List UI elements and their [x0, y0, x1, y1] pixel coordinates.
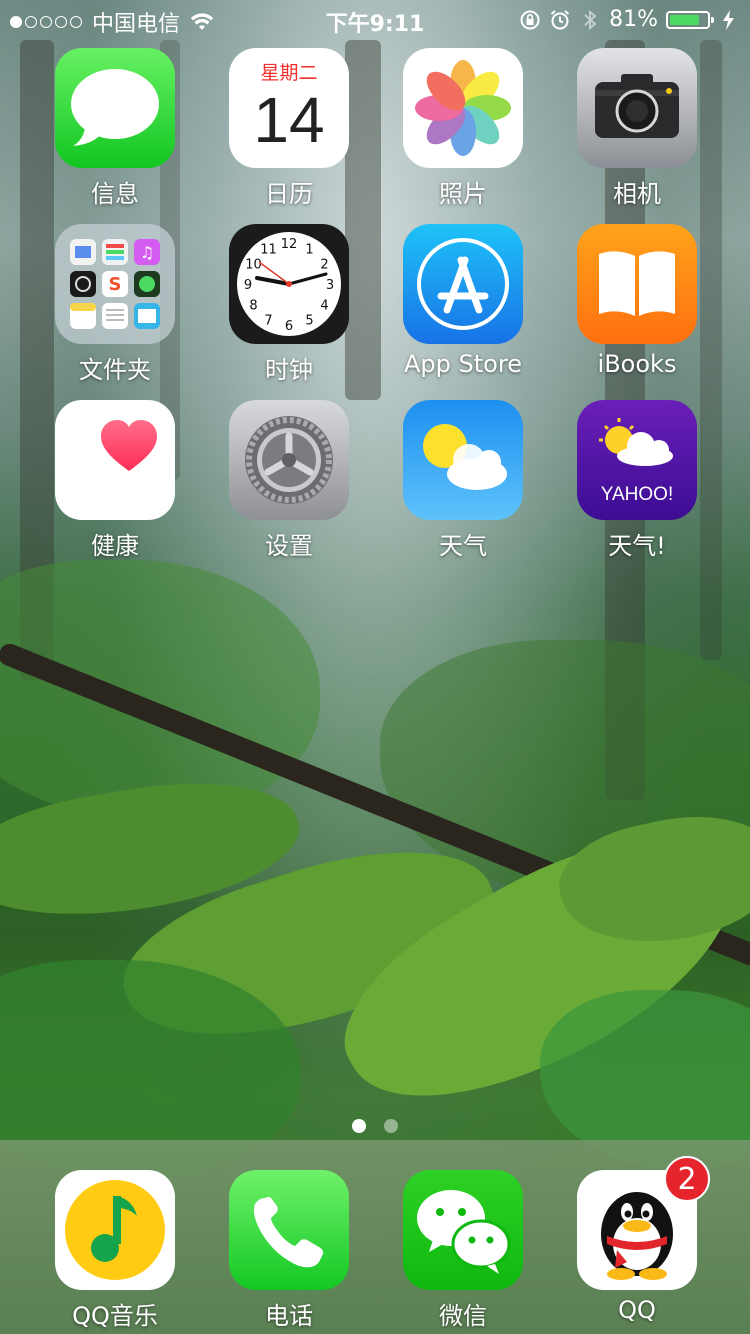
clock-icon: 12 1 2 3 4 5 6 7 8 9 10 11: [229, 224, 349, 344]
app-label: App Store: [404, 350, 522, 378]
app-label: 信息: [91, 180, 139, 208]
qq-music-icon: [55, 1170, 175, 1290]
clock-numeral: 8: [249, 299, 257, 314]
yahoo-weather-icon: YAHOO!: [577, 400, 697, 520]
photos-icon: [403, 48, 523, 168]
folder-icon: ♫ S: [55, 224, 175, 344]
app-camera[interactable]: 相机: [562, 48, 712, 209]
app-wechat[interactable]: 微信: [388, 1170, 538, 1331]
clock-numeral: 7: [264, 314, 272, 329]
page-indicator[interactable]: [0, 1119, 750, 1133]
app-label: iBooks: [597, 350, 677, 378]
app-messages[interactable]: 信息: [40, 48, 190, 209]
app-label: 微信: [439, 1302, 487, 1330]
app-label: QQ音乐: [72, 1302, 158, 1330]
alarm-icon: [550, 9, 570, 29]
app-ibooks[interactable]: iBooks: [562, 224, 712, 378]
app-phone[interactable]: 电话: [214, 1170, 364, 1331]
status-bar: 中国电信 下午9:11 81%: [0, 0, 750, 40]
app-weather[interactable]: 天气: [388, 400, 538, 561]
app-clock[interactable]: 12 1 2 3 4 5 6 7 8 9 10 11 时钟: [214, 224, 364, 385]
rotation-lock-icon: [520, 10, 540, 29]
clock-numeral: 11: [260, 242, 277, 257]
calendar-weekday: 星期二: [260, 62, 318, 84]
app-qq-music[interactable]: QQ音乐: [40, 1170, 190, 1331]
settings-icon: [229, 400, 349, 520]
app-label: 健康: [91, 532, 139, 560]
health-icon: [55, 400, 175, 520]
battery-percent: 81%: [609, 7, 658, 32]
app-label: 时钟: [265, 356, 313, 384]
battery-icon: [666, 10, 714, 29]
app-app-store[interactable]: App Store: [388, 224, 538, 378]
bluetooth-icon: [584, 9, 597, 30]
page-dot-2[interactable]: [384, 1119, 398, 1133]
messages-icon: [55, 48, 175, 168]
clock-numeral: 2: [320, 258, 328, 273]
clock-numeral: 6: [285, 319, 293, 334]
clock-numeral: 9: [244, 278, 252, 293]
app-label: 文件夹: [79, 356, 151, 384]
app-photos[interactable]: 照片: [388, 48, 538, 209]
clock-numeral: 5: [305, 314, 313, 329]
phone-icon: [229, 1170, 349, 1290]
app-qq[interactable]: 2 QQ: [562, 1156, 712, 1324]
app-label: 相机: [613, 180, 661, 208]
notification-badge: 2: [664, 1156, 710, 1202]
app-calendar[interactable]: 星期二 14 日历: [214, 48, 364, 209]
app-label: 天气!: [608, 532, 666, 560]
app-label: 电话: [265, 1302, 313, 1330]
yahoo-logo-text: YAHOO!: [600, 484, 674, 505]
page-dot-1[interactable]: [352, 1119, 366, 1133]
app-store-icon: [403, 224, 523, 344]
app-yahoo-weather[interactable]: YAHOO! 天气!: [562, 400, 712, 561]
weather-icon: [403, 400, 523, 520]
calendar-day: 14: [253, 84, 325, 156]
dock: QQ音乐 电话 微信 2 QQ: [0, 1140, 750, 1334]
app-label: 日历: [265, 180, 313, 208]
app-label: 设置: [265, 532, 313, 560]
app-label: 照片: [439, 180, 487, 208]
clock-numeral: 1: [305, 242, 313, 257]
app-health[interactable]: 健康: [40, 400, 190, 561]
wechat-icon: [403, 1170, 523, 1290]
clock-numeral: 10: [245, 258, 262, 273]
app-label: QQ: [618, 1296, 656, 1324]
clock-numeral: 12: [281, 237, 298, 252]
calendar-icon: 星期二 14: [229, 48, 349, 168]
clock-numeral: 3: [326, 278, 334, 293]
svg-text:♫: ♫: [140, 243, 154, 262]
ibooks-icon: [577, 224, 697, 344]
app-label: 天气: [439, 532, 487, 560]
app-folder[interactable]: ♫ S 文件夹: [40, 224, 190, 385]
camera-icon: [577, 48, 697, 168]
charging-icon: [723, 9, 734, 30]
clock-numeral: 4: [320, 299, 328, 314]
app-settings[interactable]: 设置: [214, 400, 364, 561]
svg-text:S: S: [109, 274, 122, 295]
